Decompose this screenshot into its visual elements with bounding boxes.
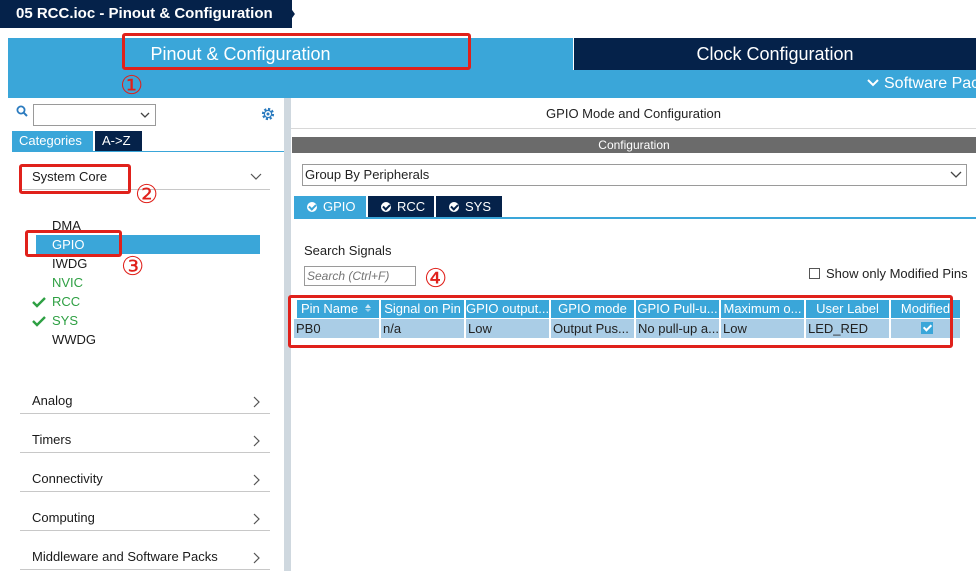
tab-gpio[interactable]: GPIO — [294, 196, 366, 217]
annotation-number-4: ④ — [424, 264, 448, 294]
check-icon — [32, 316, 46, 327]
chevron-down-icon — [250, 173, 262, 180]
tab-a-z[interactable]: A->Z — [95, 131, 142, 151]
chevron-right-icon — [253, 513, 260, 525]
sidebar-toolbar — [8, 102, 284, 126]
chevron-right-icon — [253, 474, 260, 486]
chevron-down-icon — [140, 112, 150, 118]
search-signals-label: Search Signals — [304, 243, 392, 258]
group-connectivity[interactable]: Connectivity — [20, 466, 270, 492]
search-signals-input[interactable] — [304, 266, 416, 286]
checkbox-icon — [809, 268, 820, 279]
annotation-number-3: ③ — [121, 252, 145, 282]
list-item-nvic[interactable]: NVIC — [52, 273, 83, 292]
annotation-number-2: ② — [135, 180, 159, 210]
software-packs-label: Software Packs — [884, 75, 976, 92]
tab-categories[interactable]: Categories — [12, 131, 93, 151]
gear-icon[interactable] — [260, 106, 276, 122]
chevron-down-icon — [950, 171, 962, 178]
tab-label: GPIO — [323, 199, 356, 214]
group-analog[interactable]: Analog — [20, 388, 270, 414]
list-item-rcc[interactable]: RCC — [52, 292, 80, 311]
divider — [291, 128, 976, 129]
group-by-value: Group By Peripherals — [305, 167, 430, 182]
tab-label: SYS — [465, 199, 492, 214]
checkbox-label: Show only Modified Pins — [826, 266, 968, 281]
chevron-right-icon — [253, 552, 260, 564]
tab-rcc[interactable]: RCC — [368, 196, 434, 217]
check-circle-icon — [381, 202, 391, 212]
chevron-right-icon — [253, 435, 260, 447]
group-label: Computing — [32, 510, 95, 525]
tab-label: RCC — [397, 199, 426, 214]
chevron-down-icon — [867, 79, 879, 87]
check-circle-icon — [307, 202, 317, 212]
search-combo[interactable] — [33, 104, 156, 126]
configuration-header: Configuration — [292, 137, 976, 153]
window-title: 05 RCC.ioc - Pinout & Configuration — [0, 0, 292, 28]
group-label: Middleware and Software Packs — [32, 549, 218, 564]
group-middleware[interactable]: Middleware and Software Packs — [20, 544, 270, 570]
tab-underline — [294, 217, 976, 219]
group-timers[interactable]: Timers — [20, 427, 270, 453]
annotation-number-1: ① — [120, 71, 144, 101]
tab-sys[interactable]: SYS — [436, 196, 502, 217]
group-label: Analog — [32, 393, 73, 408]
title-bar: 05 RCC.ioc - Pinout & Configuration — [0, 0, 976, 28]
list-item-sys[interactable]: SYS — [52, 311, 78, 330]
list-item-wwdg[interactable]: WWDG — [52, 330, 96, 349]
sidebar-tab-underline — [12, 151, 284, 152]
sub-toolbar: Software Packs — [8, 70, 976, 98]
chevron-right-icon — [253, 396, 260, 408]
panel-title: GPIO Mode and Configuration — [546, 106, 721, 121]
annotation-box-3 — [25, 230, 122, 257]
group-by-select[interactable]: Group By Peripherals — [302, 164, 967, 186]
breadcrumb-arrow-icon — [276, 0, 295, 28]
peripheral-tabs: GPIO RCC SYS — [294, 196, 976, 218]
software-packs-menu[interactable]: Software Packs — [866, 70, 976, 98]
group-computing[interactable]: Computing — [20, 505, 270, 531]
annotation-box-2 — [19, 164, 131, 194]
annotation-box-1 — [122, 33, 471, 70]
annotation-box-4 — [288, 295, 953, 348]
group-label: Timers — [32, 432, 72, 447]
search-icon[interactable] — [16, 105, 28, 117]
check-icon — [32, 297, 46, 308]
tab-clock-configuration[interactable]: Clock Configuration — [574, 38, 976, 70]
group-label: Connectivity — [32, 471, 103, 486]
check-circle-icon — [449, 202, 459, 212]
show-only-modified-checkbox[interactable]: Show only Modified Pins — [809, 266, 968, 281]
